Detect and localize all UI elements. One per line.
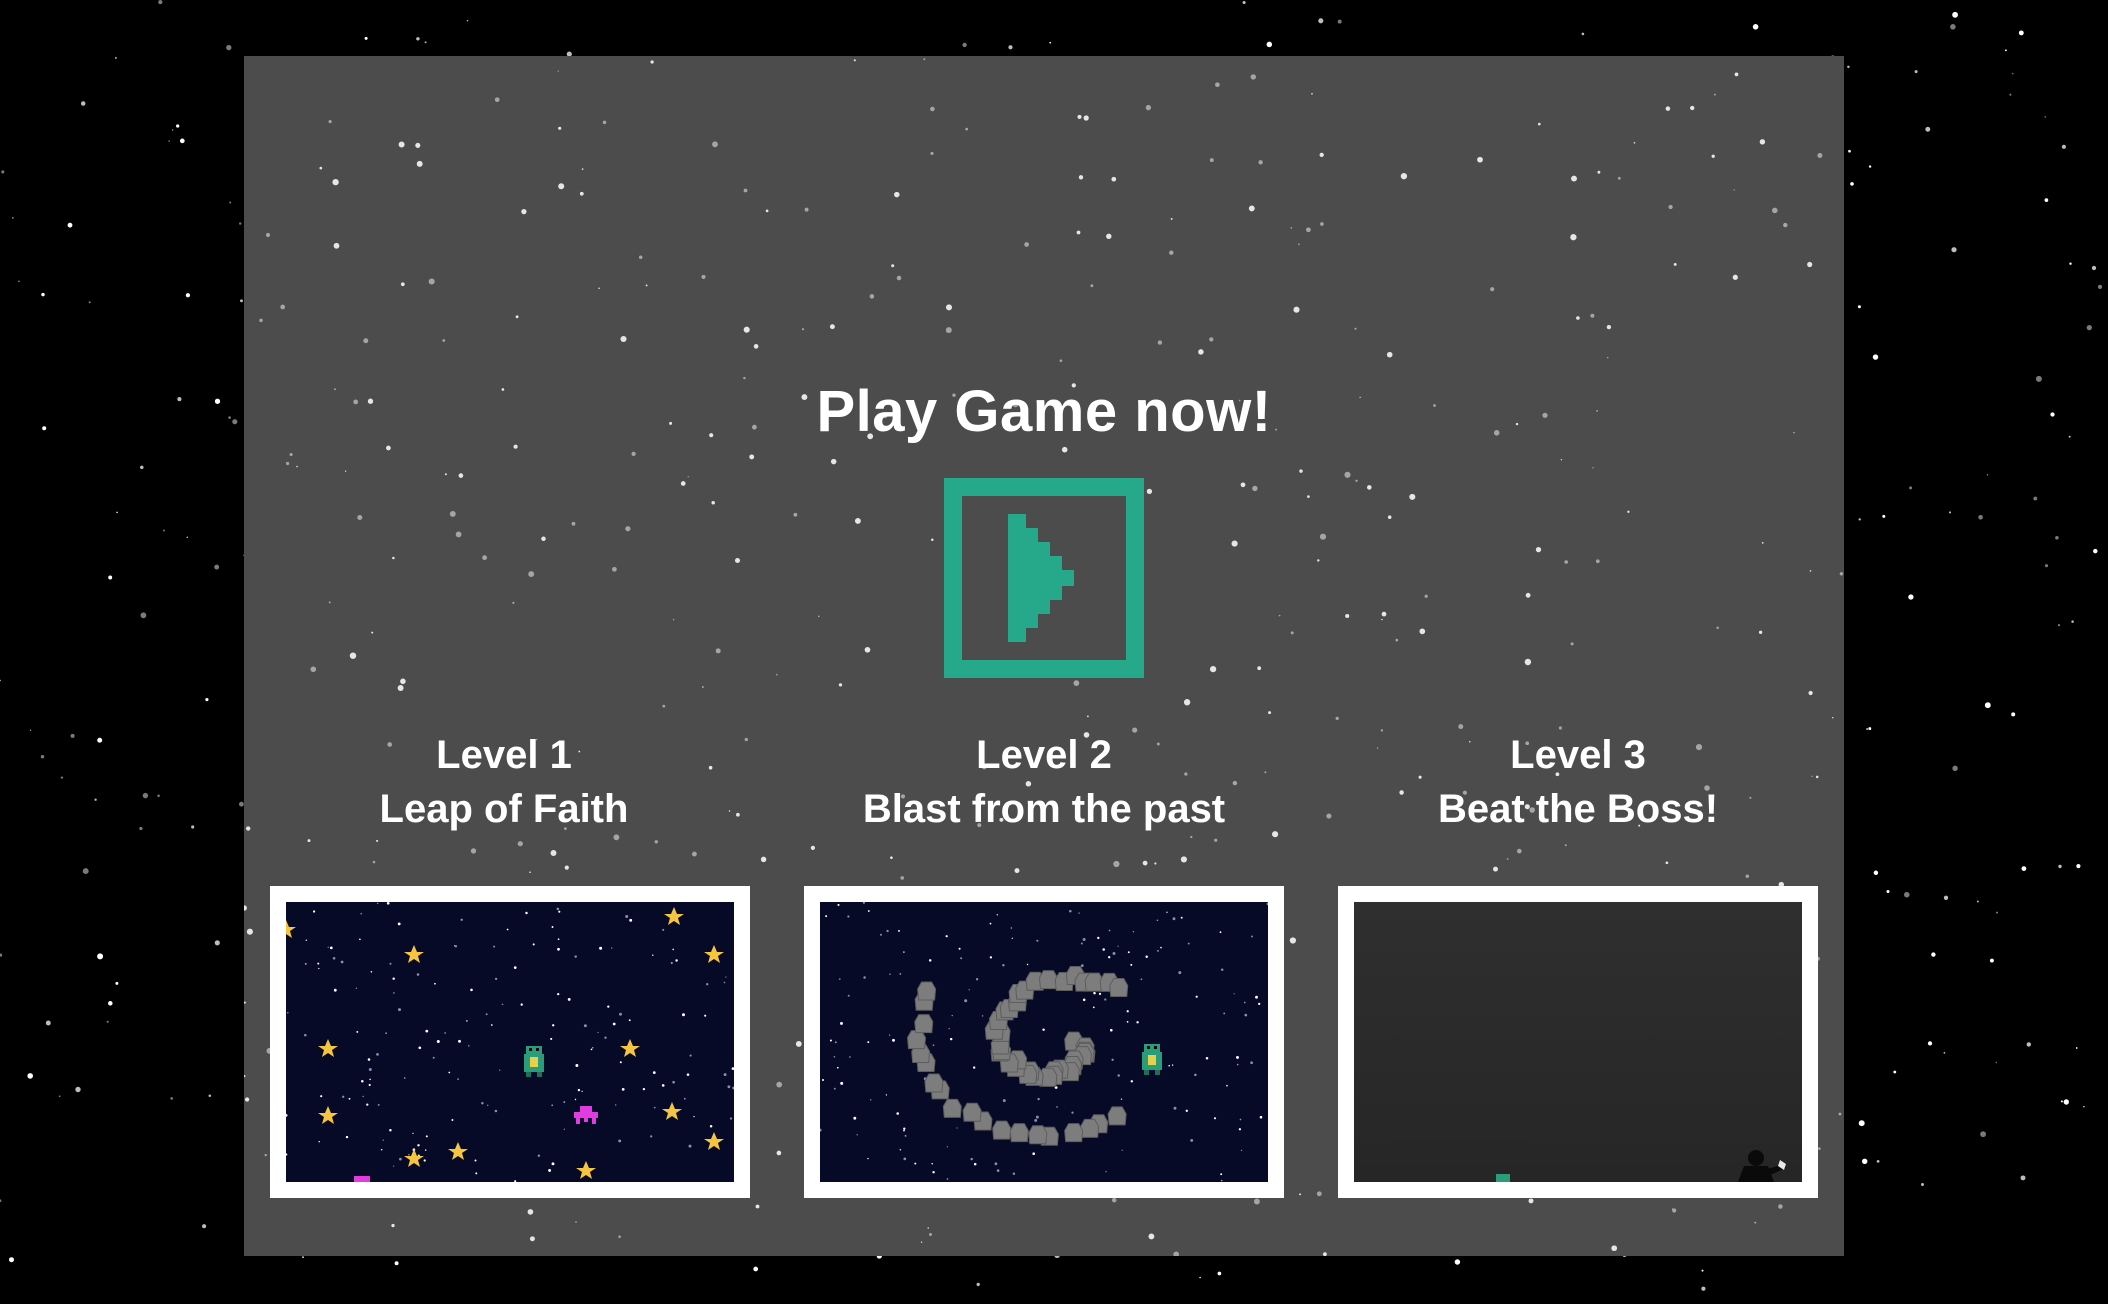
level-name: Blast from the past [862, 787, 1226, 831]
asteroid-icon [924, 1073, 944, 1093]
star-icon [448, 1142, 468, 1160]
level-number: Level 1 [436, 733, 572, 777]
level-3-thumbnail[interactable] [1338, 886, 1818, 1198]
asteroid-icon [1109, 978, 1129, 998]
star-icon [404, 945, 424, 963]
level-1-thumbnail[interactable] [270, 886, 750, 1198]
asteroid-icon [1107, 1106, 1127, 1126]
play-icon [1008, 514, 1074, 642]
star-icon [662, 1102, 682, 1120]
level-2-preview [820, 902, 1268, 1182]
star-icon [704, 1132, 724, 1150]
boss-silhouette-icon [1738, 1150, 1786, 1182]
start-menu-panel: Play Game now! Level 1 Leap of Faith Lev… [244, 56, 1844, 1256]
level-3-preview [1354, 902, 1802, 1182]
star-icon [576, 1161, 596, 1179]
asteroid-icon [1009, 1123, 1029, 1143]
star-icon [664, 907, 684, 925]
star-icon [704, 945, 724, 963]
asteroid-icon [1064, 1123, 1084, 1143]
robot-player-icon [1496, 1174, 1510, 1182]
asteroid-icon [1080, 1118, 1100, 1138]
robot-player-icon [1142, 1044, 1162, 1075]
game-stage: Play Game now! Level 1 Leap of Faith Lev… [0, 0, 2108, 1304]
level-1-scene [286, 902, 734, 1182]
asteroid-icon [917, 981, 937, 1001]
star-icon [620, 1039, 640, 1057]
alien-enemy-icon [574, 1106, 598, 1124]
asteroid-icon [1028, 1125, 1048, 1145]
asteroid-icon [942, 1098, 962, 1118]
asteroid-icon [962, 1102, 982, 1122]
level-name: Leap of Faith [379, 787, 629, 831]
asteroid-icon [914, 1014, 934, 1034]
play-button[interactable] [944, 478, 1144, 678]
star-icon [404, 1149, 424, 1167]
level-2-scene [820, 902, 1268, 1182]
page-title: Play Game now! [816, 379, 1272, 444]
robot-player-icon [524, 1046, 544, 1077]
level-number: Level 2 [976, 733, 1112, 777]
level-2-thumbnail[interactable] [804, 886, 1284, 1198]
asteroid-icon [906, 1030, 927, 1050]
star-icon [286, 920, 296, 938]
level-2-label: Level 2 Blast from the past [804, 728, 1284, 836]
star-icon [318, 1039, 338, 1057]
star-icon [318, 1106, 338, 1124]
level-1-preview [286, 902, 734, 1182]
level-3-label: Level 3 Beat the Boss! [1338, 728, 1818, 836]
level-3-scene [1496, 1150, 1786, 1182]
level-1-label: Level 1 Leap of Faith [264, 728, 744, 836]
level-number: Level 3 [1510, 733, 1646, 777]
level-name: Beat the Boss! [1437, 787, 1719, 831]
alien-enemy-icon [354, 1176, 370, 1182]
asteroid-icon [992, 1120, 1012, 1140]
